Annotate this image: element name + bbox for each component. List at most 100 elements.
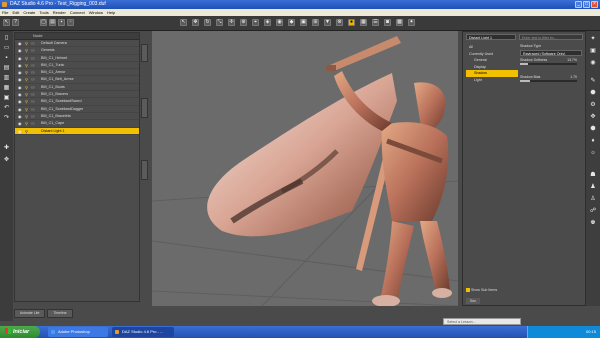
- menu-render[interactable]: Render: [51, 9, 68, 16]
- lock-icon[interactable]: ●: [348, 19, 355, 26]
- visibility-icon[interactable]: ◉: [18, 55, 22, 62]
- filter-input[interactable]: Enter text to filter by...: [519, 34, 583, 40]
- select-icon[interactable]: ⚲: [25, 76, 28, 83]
- menu-tools[interactable]: Tools: [37, 9, 50, 16]
- surfaces-icon[interactable]: ◉: [589, 59, 597, 67]
- rotate-tool-icon[interactable]: ↻: [204, 19, 211, 26]
- scene-node-row[interactable]: ◉ ⚲ ⚇ BM_C1_Belt_Armor: [15, 76, 139, 84]
- geometry-tool-icon[interactable]: ◆: [288, 19, 295, 26]
- scene-node-row[interactable]: ◉ ⚲ ⚇ BM_C1_Tunic: [15, 62, 139, 70]
- visibility-icon[interactable]: ◉: [18, 91, 22, 98]
- visibility-icon[interactable]: ◉: [18, 40, 22, 47]
- select-icon[interactable]: ⚲: [25, 106, 28, 113]
- body-icon[interactable]: ♟: [589, 183, 597, 191]
- tab-timeline[interactable]: Timeline: [47, 309, 73, 318]
- maximize-button[interactable]: □: [583, 1, 590, 8]
- shadow-type-select[interactable]: Raytraced (Software Only): [520, 50, 582, 56]
- viewport[interactable]: [152, 31, 458, 306]
- visibility-icon[interactable]: ◉: [18, 120, 22, 127]
- brush-icon[interactable]: ✎: [589, 77, 597, 85]
- weight-map-icon[interactable]: ☍: [589, 207, 597, 215]
- lesson-select[interactable]: Select a Lesson...: [443, 318, 521, 325]
- node-selector[interactable]: Distant Light 1: [466, 34, 516, 40]
- shaping-tab[interactable]: [141, 160, 148, 180]
- shadow-bias-property[interactable]: Shadow Bias 1.70: [519, 75, 585, 84]
- scale-tool-icon[interactable]: ⤡: [216, 19, 223, 26]
- morph-icon[interactable]: ⬢: [589, 125, 597, 133]
- save-as-icon[interactable]: ▫: [67, 19, 74, 26]
- menu-create[interactable]: Create: [21, 9, 37, 16]
- shadow-bias-slider[interactable]: [520, 80, 577, 82]
- property-group-item[interactable]: Light: [466, 77, 518, 84]
- user-icon[interactable]: ♚: [589, 219, 597, 227]
- export-icon[interactable]: ▦: [3, 85, 10, 92]
- import-icon[interactable]: ▥: [3, 75, 10, 82]
- scene-tab[interactable]: [141, 44, 148, 62]
- menu-file[interactable]: File: [0, 9, 10, 16]
- show-sub-items-checkbox[interactable]: [466, 288, 470, 292]
- menu-edit[interactable]: Edit: [10, 9, 21, 16]
- node-weight-tool-icon[interactable]: ✥: [192, 19, 199, 26]
- scene-node-row[interactable]: ◉ ⚲ ⚇ BM_C1_ScabbardSword: [15, 98, 139, 106]
- region-tool-icon[interactable]: ◈: [264, 19, 271, 26]
- menu-help[interactable]: Help: [105, 9, 117, 16]
- person-icon[interactable]: ♙: [589, 195, 597, 203]
- visibility-icon[interactable]: ◉: [18, 47, 22, 54]
- select-tool-icon[interactable]: ↖: [180, 19, 187, 26]
- scene-node-row[interactable]: ◉ ⚲ ⚇ Distant Light 1: [15, 127, 139, 135]
- select-icon[interactable]: ⚲: [25, 120, 28, 127]
- deform-icon[interactable]: ⚙: [589, 101, 597, 109]
- scene-node-row[interactable]: ◉ ⚲ ⚇ BM_C1_Bracers: [15, 91, 139, 99]
- save-file-icon[interactable]: ▪: [3, 55, 10, 62]
- select-icon[interactable]: ⚲: [25, 84, 28, 91]
- select-icon[interactable]: ⚲: [25, 55, 28, 62]
- visibility-icon[interactable]: ◉: [18, 106, 22, 113]
- save-icon[interactable]: ▪: [58, 19, 65, 26]
- visibility-icon[interactable]: ◉: [18, 76, 22, 83]
- undo-icon[interactable]: ↶: [3, 105, 10, 112]
- scene-node-row[interactable]: ◉ ⚲ ⚇ BM_C1_ScabbardDagger: [15, 106, 139, 113]
- show-sub-items-row[interactable]: Show Sub Items: [466, 288, 497, 292]
- menu-connect[interactable]: Connect: [68, 9, 87, 16]
- select-icon[interactable]: ⚲: [25, 47, 28, 54]
- camera-icon[interactable]: ▩: [396, 19, 403, 26]
- tab-animate-lite[interactable]: Animate Lite: [14, 309, 46, 318]
- select-icon[interactable]: ⚲: [25, 62, 28, 69]
- shadow-softness-slider[interactable]: [520, 63, 577, 65]
- shadow-softness-property[interactable]: Shadow Softness 13.7%: [519, 58, 585, 67]
- joint-editor-icon[interactable]: ⌖: [252, 19, 259, 26]
- translate-tool-icon[interactable]: ✛: [228, 19, 235, 26]
- scene-node-row[interactable]: ◉ ⚲ ⚇ BM_C1_Helmet: [15, 55, 139, 62]
- visibility-icon[interactable]: ◉: [18, 84, 22, 91]
- camera-view-icon[interactable]: ▣: [589, 47, 597, 55]
- select-icon[interactable]: ⚲: [25, 91, 28, 98]
- save-scene-icon[interactable]: ▤: [3, 65, 10, 72]
- render-icon[interactable]: ◙: [384, 19, 391, 26]
- scene-node-row[interactable]: ◉ ⚲ ⚇ Default Camera: [15, 40, 139, 48]
- material-icon[interactable]: ⬣: [589, 89, 597, 97]
- scene-node-row[interactable]: ◉ ⚲ ⚇ BM_C1_Cape: [15, 120, 139, 128]
- scene-node-row[interactable]: ◉ ⚲ ⚇ BM_C1_Armor: [15, 69, 139, 77]
- render-settings-icon[interactable]: ▦: [360, 19, 367, 26]
- photo-icon[interactable]: ✦: [408, 19, 415, 26]
- visibility-icon[interactable]: ◉: [18, 62, 22, 69]
- open-file-icon[interactable]: ▭: [3, 45, 10, 52]
- tabs-icon[interactable]: ☰: [372, 19, 379, 26]
- minimize-button[interactable]: _: [575, 1, 582, 8]
- new-scene-icon[interactable]: ▢: [40, 19, 47, 26]
- drop-icon[interactable]: ▼: [324, 19, 331, 26]
- spot-render-icon[interactable]: ▣: [300, 19, 307, 26]
- select-icon[interactable]: ⚲: [25, 98, 28, 105]
- aim-icon[interactable]: ⊗: [336, 19, 343, 26]
- taskbar-item-photoshop[interactable]: Adobe Photoshop: [48, 327, 108, 337]
- scene-node-row[interactable]: ◉ ⚲ ⚇ BM_C1_Boots: [15, 84, 139, 92]
- pose-controls-icon[interactable]: ♦: [589, 137, 597, 145]
- create-document-icon[interactable]: ▯: [3, 35, 10, 42]
- close-button[interactable]: ×: [591, 1, 598, 8]
- start-button[interactable]: Iniciar: [0, 326, 40, 338]
- select-icon[interactable]: ⚲: [25, 69, 28, 76]
- content-tab[interactable]: [141, 98, 148, 118]
- select-icon[interactable]: ⚲: [25, 40, 28, 47]
- sec-button[interactable]: Sec: [466, 298, 480, 304]
- transform-icon[interactable]: ⊞: [312, 19, 319, 26]
